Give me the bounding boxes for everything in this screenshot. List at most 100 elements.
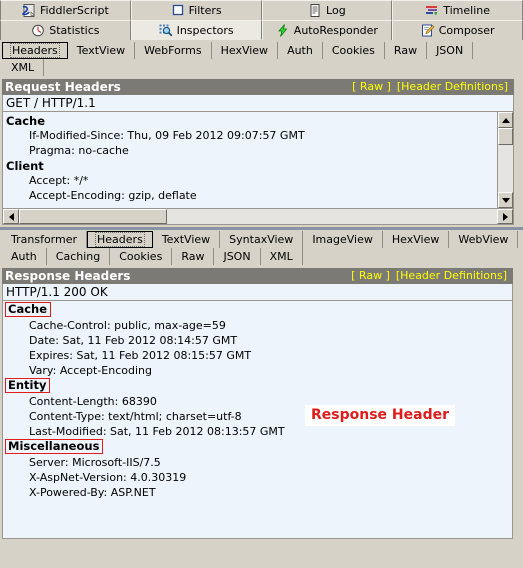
request-header-definitions-link[interactable]: [Header Definitions]	[397, 79, 508, 95]
response-headers-bar: Response Headers [ Raw ] [Header Definit…	[2, 268, 513, 284]
tab-timeline[interactable]: Timeline	[392, 0, 523, 20]
response-tab-imageview[interactable]: ImageView	[303, 231, 383, 248]
request-header-line: Accept: */*	[29, 174, 89, 187]
tab-inspectors-label: Inspectors	[176, 23, 234, 37]
response-tab-syntaxview[interactable]: SyntaxView	[220, 231, 304, 248]
response-tab-imageview-label: ImageView	[312, 233, 373, 246]
main-tab-strip: FiddlerScript Filters Log Timeline Stati…	[0, 0, 523, 40]
request-headers-list[interactable]: Cache If-Modified-Since: Thu, 09 Feb 201…	[2, 112, 514, 209]
response-header-line: Last-Modified: Sat, 11 Feb 2012 08:13:57…	[29, 425, 285, 438]
response-tab-auth[interactable]: Auth	[2, 248, 47, 265]
request-status-line[interactable]: GET / HTTP/1.1	[2, 95, 514, 112]
response-header-line: Expires: Sat, 11 Feb 2012 08:15:57 GMT	[29, 349, 252, 362]
response-tab-textview-label: TextView	[161, 233, 211, 246]
filters-icon	[171, 4, 185, 17]
autoresponder-icon	[276, 24, 290, 37]
response-headers-title: Response Headers	[5, 269, 131, 283]
request-scroll-up-button[interactable]	[498, 112, 513, 128]
response-tab-webview-label: WebView	[458, 233, 509, 246]
tab-autoresponder-label: AutoResponder	[293, 24, 378, 37]
response-tab-hexview-label: HexView	[391, 233, 440, 246]
main-tab-row-1: FiddlerScript Filters Log Timeline	[0, 0, 523, 20]
request-header-line: Accept-Encoding: gzip, deflate	[29, 189, 197, 202]
request-tab-cookies[interactable]: Cookies	[323, 42, 385, 59]
response-tab-textview[interactable]: TextView	[153, 231, 221, 248]
response-tab-row-1: Transformer Headers TextView SyntaxView …	[2, 231, 523, 248]
request-tab-cookies-label: Cookies	[331, 44, 375, 57]
response-group-row: Cache	[3, 302, 512, 318]
response-tab-headers-label: Headers	[95, 232, 145, 247]
request-group-cache-label: Cache	[6, 114, 46, 128]
response-header-definitions-link[interactable]: [Header Definitions]	[396, 268, 507, 284]
response-tab-xml-label: XML	[269, 250, 293, 263]
response-tab-cookies[interactable]: Cookies	[110, 248, 173, 265]
request-tab-raw[interactable]: Raw	[385, 42, 428, 59]
tab-fiddlerscript[interactable]: FiddlerScript	[0, 0, 131, 20]
tab-composer-label: Composer	[438, 24, 495, 37]
arrow-up-icon	[501, 117, 510, 123]
main-tab-row-2: Statistics Inspectors AutoResponder Comp…	[0, 20, 523, 40]
request-headers-title: Request Headers	[5, 80, 121, 94]
request-tab-textview[interactable]: TextView	[68, 42, 136, 59]
response-tab-row-2: Auth Caching Cookies Raw JSON XML	[2, 248, 523, 265]
tab-fiddlerscript-label: FiddlerScript	[39, 4, 109, 17]
script-icon	[21, 4, 36, 17]
response-tab-transformer[interactable]: Transformer	[2, 231, 88, 248]
request-tab-auth-label: Auth	[287, 44, 313, 57]
request-tab-raw-label: Raw	[393, 44, 418, 57]
request-tab-hexview-label: HexView	[220, 44, 269, 57]
inspectors-icon	[159, 24, 173, 37]
request-panel: Request Headers [ Raw ] [Header Definiti…	[0, 76, 523, 225]
tab-autoresponder[interactable]: AutoResponder	[261, 20, 393, 40]
request-scroll-left-button[interactable]	[3, 209, 19, 224]
response-tab-xml[interactable]: XML	[261, 248, 303, 265]
request-scroll-down-button[interactable]	[498, 192, 513, 208]
tab-composer[interactable]: Composer	[392, 20, 523, 40]
response-tab-raw[interactable]: Raw	[172, 248, 215, 265]
request-tab-headers-label: Headers	[10, 43, 60, 58]
log-icon	[308, 4, 322, 17]
tab-log[interactable]: Log	[261, 0, 393, 20]
response-tab-auth-label: Auth	[11, 250, 37, 263]
response-tab-transformer-label: Transformer	[11, 233, 78, 246]
response-header-line: X-Powered-By: ASP.NET	[29, 486, 156, 499]
request-tab-headers[interactable]: Headers	[2, 42, 68, 59]
tab-filters[interactable]: Filters	[130, 0, 262, 20]
request-tab-auth[interactable]: Auth	[278, 42, 323, 59]
response-status-line[interactable]: HTTP/1.1 200 OK	[2, 284, 513, 301]
request-hscroll-thumb[interactable]	[19, 209, 167, 224]
response-group-miscellaneous-label: Miscellaneous	[5, 439, 104, 454]
response-group-row: Miscellaneous	[3, 439, 512, 455]
response-tab-hexview[interactable]: HexView	[383, 231, 450, 248]
request-scroll-right-button[interactable]	[497, 209, 513, 224]
request-tab-row-1: Headers TextView WebForms HexView Auth C…	[2, 42, 523, 59]
request-headers-bar: Request Headers [ Raw ] [Header Definiti…	[2, 79, 514, 95]
arrow-left-icon	[8, 212, 14, 221]
request-header-line: Pragma: no-cache	[29, 144, 129, 157]
response-panel: Response Headers [ Raw ] [Header Definit…	[0, 265, 523, 539]
tab-filters-label: Filters	[188, 4, 222, 17]
request-scroll-thumb[interactable]	[498, 128, 513, 145]
response-raw-link[interactable]: [ Raw ]	[351, 268, 390, 284]
response-tab-raw-label: Raw	[181, 250, 205, 263]
response-tab-headers[interactable]: Headers	[87, 231, 153, 248]
request-group-row: Client	[3, 158, 513, 173]
tab-log-label: Log	[326, 4, 346, 17]
request-raw-link[interactable]: [ Raw ]	[352, 79, 391, 95]
request-horizontal-scrollbar[interactable]	[2, 209, 514, 225]
response-tab-cookies-label: Cookies	[119, 250, 163, 263]
tab-statistics-label: Statistics	[49, 24, 100, 37]
request-tab-hexview[interactable]: HexView	[212, 42, 279, 59]
request-vertical-scrollbar[interactable]	[497, 112, 513, 208]
response-tab-json[interactable]: JSON	[214, 248, 261, 265]
response-tab-caching[interactable]: Caching	[47, 248, 111, 265]
tab-statistics[interactable]: Statistics	[0, 20, 131, 40]
request-tab-webforms[interactable]: WebForms	[135, 42, 212, 59]
arrow-right-icon	[502, 212, 508, 221]
tab-inspectors[interactable]: Inspectors	[130, 20, 262, 40]
response-header-line: X-AspNet-Version: 4.0.30319	[29, 471, 187, 484]
response-tab-webview[interactable]: WebView	[449, 231, 519, 248]
request-tab-json[interactable]: JSON	[427, 42, 474, 59]
request-tab-webforms-label: WebForms	[144, 44, 202, 57]
request-tab-xml[interactable]: XML	[2, 59, 45, 76]
